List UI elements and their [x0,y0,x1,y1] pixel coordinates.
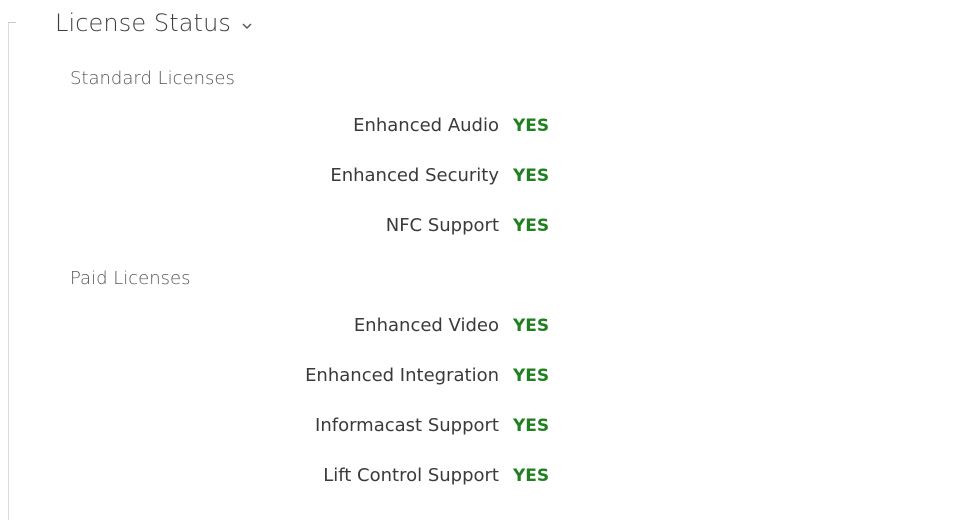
chevron-down-icon [241,17,253,29]
license-label: Enhanced Video [353,315,499,336]
section-border [8,22,9,520]
license-label: Enhanced Security [330,165,499,186]
license-status-value: YES [513,316,550,336]
license-status-value: YES [513,366,550,386]
license-status-panel: License Status Standard Licenses Enhance… [0,0,979,522]
license-status-value: YES [513,216,550,236]
license-label: Enhanced Integration [305,365,499,386]
paid-licenses-heading: Paid Licenses [70,268,191,289]
section-title: License Status [55,9,231,37]
license-label: Enhanced Audio [353,115,499,136]
section-border-tick [8,22,16,23]
license-row-nfc-support: NFC Support YES [0,211,979,241]
license-label: NFC Support [385,215,499,236]
license-status-value: YES [513,166,550,186]
license-status-value: YES [513,466,550,486]
license-row-lift-control-support: Lift Control Support YES [0,461,979,491]
license-status-toggle[interactable]: License Status [55,6,253,40]
license-row-enhanced-audio: Enhanced Audio YES [0,111,979,141]
license-status-value: YES [513,416,550,436]
license-label: Lift Control Support [323,465,499,486]
license-status-value: YES [513,116,550,136]
license-row-informacast-support: Informacast Support YES [0,411,979,441]
license-row-enhanced-video: Enhanced Video YES [0,311,979,341]
license-label: Informacast Support [315,415,499,436]
standard-licenses-heading: Standard Licenses [70,68,235,89]
license-row-enhanced-integration: Enhanced Integration YES [0,361,979,391]
license-row-enhanced-security: Enhanced Security YES [0,161,979,191]
